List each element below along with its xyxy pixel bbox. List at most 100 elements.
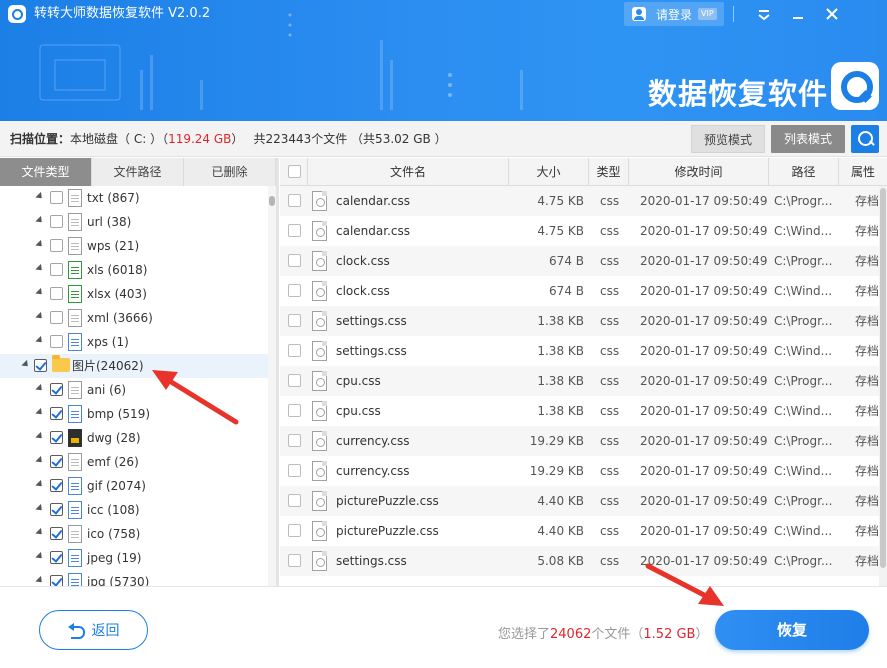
- tab-file-type[interactable]: 文件类型: [0, 158, 92, 186]
- tree-item-checkbox[interactable]: [50, 551, 63, 564]
- tree-item[interactable]: bmp (519): [0, 402, 268, 426]
- tree-item-checkbox[interactable]: [50, 215, 63, 228]
- table-row[interactable]: picturePuzzle.css 4.40 KB css 2020-01-17 09…: [280, 516, 887, 546]
- recover-button[interactable]: 恢复: [715, 610, 869, 650]
- tree-item-checkbox[interactable]: [50, 431, 63, 444]
- expand-arrow-icon[interactable]: [35, 215, 45, 226]
- tree-item[interactable]: xml (3666): [0, 306, 268, 330]
- tree-item-checkbox[interactable]: [50, 239, 63, 252]
- table-row[interactable]: clock.css 674 B css 2020-01-17 09:50:49 C:\P…: [280, 246, 887, 276]
- tree-group-images[interactable]: 图片(24062): [0, 354, 268, 378]
- tree-item[interactable]: url (38): [0, 210, 268, 234]
- tree-item-checkbox[interactable]: [50, 407, 63, 420]
- tree-item[interactable]: txt (867): [0, 186, 268, 210]
- table-row[interactable]: settings.css 5.08 KB css 2020-01-17 09:50:4…: [280, 546, 887, 576]
- table-row[interactable]: calendar.css 4.75 KB css 2020-01-17 09:50:4…: [280, 216, 887, 246]
- tree-item-checkbox[interactable]: [50, 575, 63, 586]
- tree-item-checkbox[interactable]: [50, 455, 63, 468]
- expand-arrow-icon[interactable]: [35, 575, 45, 586]
- column-header-type[interactable]: 类型: [589, 158, 629, 186]
- minimize-button[interactable]: [786, 3, 810, 25]
- expand-arrow-icon[interactable]: [35, 311, 45, 322]
- expand-arrow-icon[interactable]: [35, 479, 45, 490]
- row-checkbox[interactable]: [288, 434, 301, 447]
- column-header-size[interactable]: 大小: [509, 158, 589, 186]
- column-header-time[interactable]: 修改时间: [629, 158, 769, 186]
- tree-item-checkbox[interactable]: [50, 383, 63, 396]
- tree-item[interactable]: dwg (28): [0, 426, 268, 450]
- tree-item[interactable]: xls (6018): [0, 258, 268, 282]
- tree-item[interactable]: emf (26): [0, 450, 268, 474]
- table-scrollbar-thumb[interactable]: [880, 188, 886, 568]
- tree-item-checkbox[interactable]: [50, 287, 63, 300]
- search-button[interactable]: [851, 125, 879, 153]
- expand-arrow-icon[interactable]: [35, 431, 45, 442]
- menu-dropdown-button[interactable]: [752, 3, 776, 25]
- tree-scrollbar-thumb[interactable]: [269, 196, 275, 206]
- row-checkbox[interactable]: [288, 254, 301, 267]
- login-button[interactable]: 请登录 VIP: [624, 2, 724, 26]
- tree-item[interactable]: ani (6): [0, 378, 268, 402]
- table-row[interactable]: cpu.css 1.38 KB css 2020-01-17 09:50:49 C:\W…: [280, 396, 887, 426]
- row-checkbox[interactable]: [288, 374, 301, 387]
- expand-arrow-icon[interactable]: [35, 335, 45, 346]
- table-scrollbar[interactable]: [879, 186, 887, 586]
- tree-item-checkbox[interactable]: [50, 263, 63, 276]
- tab-deleted[interactable]: 已删除: [184, 158, 276, 186]
- tree-item[interactable]: xps (1): [0, 330, 268, 354]
- expand-arrow-icon[interactable]: [35, 503, 45, 514]
- expand-arrow-icon[interactable]: [35, 455, 45, 466]
- row-checkbox[interactable]: [288, 404, 301, 417]
- table-row[interactable]: picturePuzzle.css 4.40 KB css 2020-01-17 09…: [280, 486, 887, 516]
- row-checkbox[interactable]: [288, 464, 301, 477]
- row-checkbox[interactable]: [288, 314, 301, 327]
- tree-item-checkbox[interactable]: [50, 479, 63, 492]
- select-all-checkbox[interactable]: [288, 165, 301, 178]
- row-checkbox[interactable]: [288, 344, 301, 357]
- table-row[interactable]: cpu.css 1.38 KB css 2020-01-17 09:50:49 C:\P…: [280, 366, 887, 396]
- column-header-path[interactable]: 路径: [769, 158, 839, 186]
- tree-item-checkbox[interactable]: [50, 335, 63, 348]
- expand-arrow-icon[interactable]: [35, 407, 45, 418]
- row-checkbox[interactable]: [288, 284, 301, 297]
- back-button[interactable]: 返回: [39, 610, 148, 650]
- column-header-attr[interactable]: 属性: [839, 158, 887, 186]
- expand-arrow-icon[interactable]: [35, 239, 45, 250]
- expand-arrow-icon[interactable]: [35, 383, 45, 394]
- table-row[interactable]: settings.css 1.38 KB css 2020-01-17 09:50:4…: [280, 336, 887, 366]
- row-checkbox[interactable]: [288, 524, 301, 537]
- column-header-name[interactable]: 文件名: [308, 158, 509, 186]
- expand-arrow-icon[interactable]: [35, 551, 45, 562]
- close-button[interactable]: [820, 3, 844, 25]
- tree-item[interactable]: jpg (5730): [0, 570, 268, 586]
- tree-item-checkbox[interactable]: [34, 359, 47, 372]
- expand-arrow-icon[interactable]: [35, 287, 45, 298]
- expand-arrow-icon[interactable]: [35, 527, 45, 538]
- pane-divider[interactable]: [276, 158, 279, 586]
- expand-arrow-icon[interactable]: [35, 263, 45, 274]
- table-row[interactable]: currency.css 19.29 KB css 2020-01-17 09:50:…: [280, 426, 887, 456]
- preview-mode-button[interactable]: 预览模式: [691, 125, 765, 153]
- row-checkbox[interactable]: [288, 194, 301, 207]
- tree-item-checkbox[interactable]: [50, 527, 63, 540]
- tree-item[interactable]: jpeg (19): [0, 546, 268, 570]
- row-checkbox[interactable]: [288, 224, 301, 237]
- tree-item[interactable]: ico (758): [0, 522, 268, 546]
- header-select-all[interactable]: [280, 158, 308, 186]
- tree-item[interactable]: icc (108): [0, 498, 268, 522]
- table-row[interactable]: calendar.css 4.75 KB css 2020-01-17 09:50:4…: [280, 186, 887, 216]
- table-row[interactable]: settings.css 1.38 KB css 2020-01-17 09:50:4…: [280, 306, 887, 336]
- tree-item[interactable]: gif (2074): [0, 474, 268, 498]
- tree-item-checkbox[interactable]: [50, 311, 63, 324]
- tab-file-path[interactable]: 文件路径: [92, 158, 184, 186]
- tree-item-checkbox[interactable]: [50, 503, 63, 516]
- table-row[interactable]: clock.css 674 B css 2020-01-17 09:50:49 C:\W…: [280, 276, 887, 306]
- list-mode-button[interactable]: 列表模式: [771, 125, 845, 153]
- row-checkbox[interactable]: [288, 554, 301, 567]
- row-checkbox[interactable]: [288, 494, 301, 507]
- tree-scrollbar[interactable]: [268, 186, 276, 586]
- table-row[interactable]: currency.css 19.29 KB css 2020-01-17 09:50:…: [280, 456, 887, 486]
- tree-item[interactable]: xlsx (403): [0, 282, 268, 306]
- expand-arrow-icon[interactable]: [21, 359, 31, 370]
- expand-arrow-icon[interactable]: [35, 191, 45, 202]
